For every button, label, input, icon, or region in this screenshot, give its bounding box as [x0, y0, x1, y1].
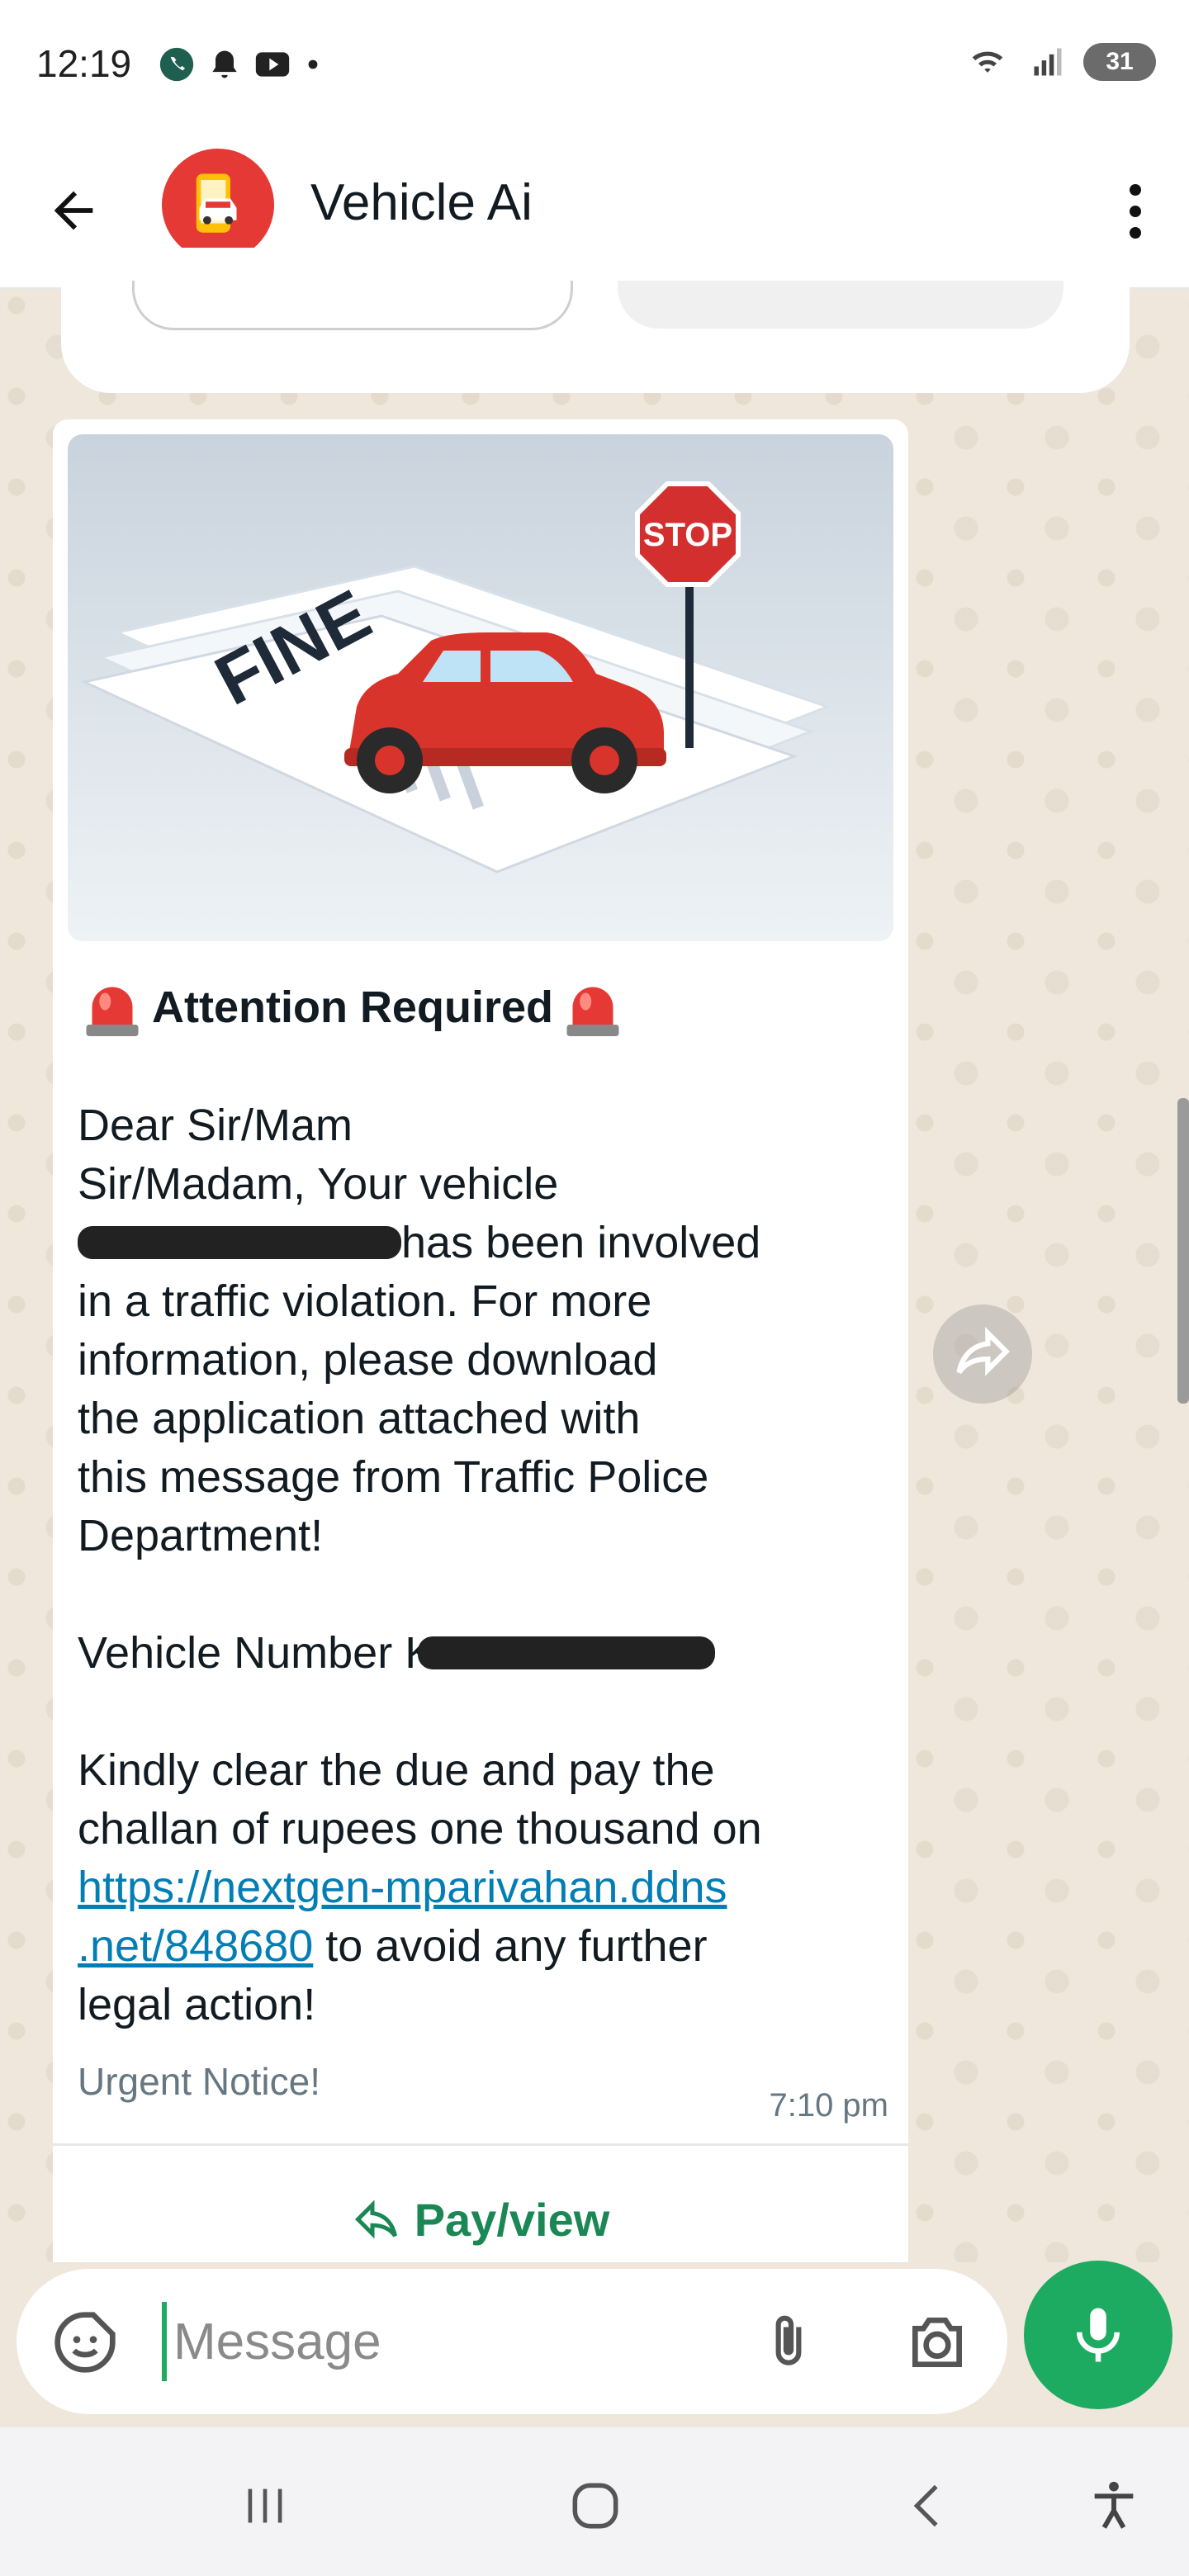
- body-line: Kindly clear the due and pay the: [78, 1745, 715, 1795]
- system-icons: 31: [963, 43, 1156, 81]
- redacted-vehicle-number: [78, 1225, 401, 1259]
- paperclip-icon: [775, 2315, 802, 2365]
- payment-link[interactable]: https://nextgen-mparivahan.ddns: [78, 1863, 727, 1912]
- previous-message-button-secondary[interactable]: [618, 281, 1063, 329]
- notification-icons: [159, 46, 324, 83]
- heading-text: Attention Required: [152, 983, 553, 1032]
- body-line-with-redaction: has been involved: [78, 1214, 895, 1272]
- signal-icon: [1034, 48, 1062, 76]
- pay-view-button[interactable]: Pay/view: [53, 2178, 908, 2261]
- siren-icon: [566, 987, 619, 1036]
- body-line: this message from Traffic Police: [78, 1452, 709, 1502]
- scrollbar[interactable]: [1177, 1098, 1189, 1404]
- home-button[interactable]: [558, 2469, 632, 2543]
- divider: [53, 2143, 908, 2146]
- chevron-left-icon: [913, 2484, 938, 2527]
- forward-button[interactable]: [933, 1305, 1032, 1404]
- message-footer: Urgent Notice!: [78, 2060, 321, 2103]
- battery-level: 31: [1106, 48, 1134, 75]
- vehicle-number-label: Vehicle Number: [78, 1628, 393, 1678]
- recents-button[interactable]: [228, 2469, 302, 2543]
- recents-icon: [248, 2488, 282, 2523]
- avatar[interactable]: [162, 149, 274, 261]
- reply-arrow-icon: [354, 2200, 397, 2239]
- microphone-icon: [1077, 2308, 1120, 2362]
- bell-icon: [212, 50, 237, 78]
- message-input[interactable]: [162, 2302, 740, 2381]
- youtube-icon: [255, 52, 290, 77]
- sticker-button[interactable]: [48, 2305, 122, 2379]
- back-button[interactable]: [36, 173, 111, 248]
- previous-message-button[interactable]: [132, 281, 573, 330]
- body-line: legal action!: [78, 1980, 316, 2029]
- dot-icon: [308, 59, 318, 69]
- body-line: Department!: [78, 1511, 324, 1560]
- forward-icon: [956, 1327, 1010, 1376]
- message-body: Dear Sir/Mam Sir/Madam, Your vehicle has…: [78, 1096, 895, 2034]
- system-nav-bar: [0, 2427, 1189, 2576]
- accessibility-button[interactable]: [1077, 2469, 1151, 2543]
- body-line: the application attached with: [78, 1394, 641, 1443]
- message-heading: Attention Required: [78, 973, 628, 1042]
- sticker-icon: [54, 2312, 116, 2373]
- home-icon: [572, 2483, 618, 2529]
- body-line-text: to avoid any further: [325, 1921, 708, 1971]
- vehicle-number-line: Vehicle Number K: [78, 1624, 895, 1683]
- more-vert-icon[interactable]: [1106, 170, 1164, 253]
- siren-icon: [86, 987, 139, 1036]
- chat-title[interactable]: Vehicle Ai: [310, 173, 533, 232]
- greeting: Dear Sir/Mam: [78, 1101, 353, 1150]
- body-line: challan of rupees one thousand on: [78, 1804, 762, 1854]
- body-line-text: has been involved: [401, 1218, 761, 1267]
- body-line: https://nextgen-mparivahan.ddns: [78, 1859, 895, 1917]
- whatsapp-call-icon: [159, 47, 194, 82]
- message-image[interactable]: FINE STOP: [68, 434, 893, 941]
- wifi-icon: [972, 51, 1003, 73]
- pay-view-label: Pay/view: [414, 2193, 610, 2246]
- car-phone-icon: [196, 173, 237, 233]
- voice-message-button[interactable]: [1024, 2261, 1172, 2409]
- fine-car-illustration: FINE STOP: [80, 481, 831, 874]
- status-bar: 12:19 31: [0, 0, 1189, 132]
- body-line: in a traffic violation. For more: [78, 1276, 652, 1326]
- body-line: information, please download: [78, 1335, 658, 1385]
- accessibility-icon: [1094, 2481, 1134, 2529]
- arrow-left-icon: [54, 191, 93, 230]
- redacted-vehicle-number: [418, 1636, 716, 1669]
- stop-text: STOP: [643, 517, 732, 553]
- previous-message-card: [61, 248, 1130, 393]
- camera-button[interactable]: [900, 2305, 974, 2379]
- message-composer: [17, 2269, 1007, 2414]
- payment-link[interactable]: .net/848680: [78, 1921, 313, 1971]
- message-timestamp: 7:10 pm: [769, 2087, 888, 2124]
- body-line: .net/848680 to avoid any further: [78, 1917, 895, 1976]
- battery-icon: 31: [1083, 43, 1156, 81]
- message-bubble[interactable]: FINE STOP Attention Required Dear Sir/Ma…: [53, 419, 908, 2262]
- status-time: 12:19: [36, 42, 132, 85]
- attach-button[interactable]: [751, 2305, 826, 2379]
- back-nav-button[interactable]: [892, 2469, 966, 2543]
- camera-icon: [912, 2318, 962, 2367]
- body-line: Sir/Madam, Your vehicle: [78, 1159, 559, 1209]
